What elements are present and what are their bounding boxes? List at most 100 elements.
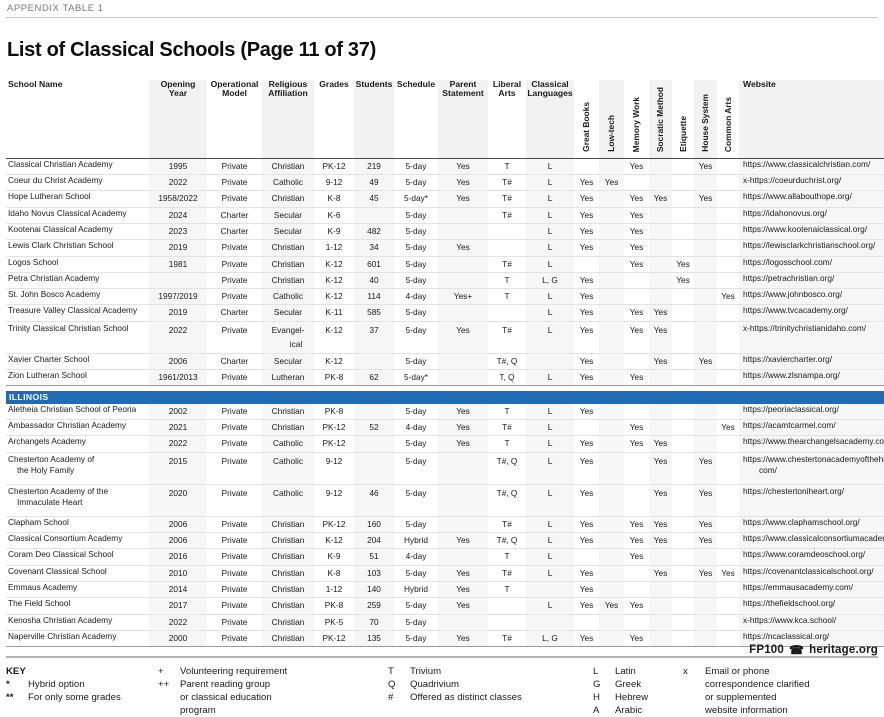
cell-opening-year: 2002 (149, 403, 207, 421)
cell-website[interactable]: https://chestertoniheart.org/ (739, 484, 884, 517)
cell-classical-languages: L (526, 452, 574, 485)
cell-students: 52 (354, 419, 394, 437)
cell-students: 135 (354, 630, 394, 648)
key-symbol: + (158, 665, 164, 677)
cell-website[interactable]: https://www.zlsnampa.org/ (739, 369, 884, 387)
cell-classical-languages: L (526, 548, 574, 566)
col-header-students: Students (354, 79, 394, 159)
liberal-line1: Liberal (492, 78, 522, 89)
cell-schedule: 4-day (394, 419, 438, 437)
key-text: correspondence clarified (705, 678, 810, 690)
cell-etiquette (672, 452, 694, 485)
table-row: Chesterton Academy of the Holy Family 2015… (6, 452, 884, 485)
cell-line-continuation: ical (289, 338, 303, 349)
cell-religious-affiliation: Christian (262, 581, 314, 599)
cell-parent-statement: Yes (438, 158, 488, 176)
cell-website[interactable]: https://www.johnbosco.org/ (739, 288, 884, 306)
cell-parent-statement: Yes (438, 239, 488, 257)
cell-website[interactable]: https://lewisclarkchristianschool.org/ (739, 239, 884, 257)
cell-grades: K-8 (314, 190, 354, 208)
cell-common-arts: Yes (717, 288, 739, 306)
cell-website[interactable]: https://peoriaclassical.org/ (739, 403, 884, 421)
cell-students (354, 452, 394, 485)
table-row: Xavier Charter School 2006 Charter Secular K… (6, 353, 884, 371)
cell-operational-model: Private (207, 484, 262, 517)
cell-grades: K-12 (314, 353, 354, 371)
cell-website[interactable]: x-https://trinitychristianidaho.com/ (739, 321, 884, 354)
cell-operational-model: Private (207, 369, 262, 387)
cell-low-tech (599, 403, 624, 421)
col-header-operational-model: Operational Model (207, 79, 262, 159)
cell-website[interactable]: https://acamtcarmel.com/ (739, 419, 884, 437)
cell-website[interactable]: https://thefieldschool.org/ (739, 597, 884, 615)
cell-grades: K-9 (314, 548, 354, 566)
key-text: Email or phone (705, 665, 770, 677)
cell-website[interactable]: x-https://www.kca.school/ (739, 614, 884, 631)
cell-low-tech (599, 484, 624, 517)
cell-website[interactable]: https://www.tvcacademy.org/ (739, 304, 884, 322)
key-item: program (158, 704, 388, 717)
cell-religious-affiliation: Christian (262, 597, 314, 615)
cell-website[interactable]: https://xaviercharter.org/ (739, 353, 884, 371)
cell-classical-languages: L (526, 484, 574, 517)
cell-website[interactable]: https://www.allabouthope.org/ (739, 190, 884, 208)
cell-opening-year: 2010 (149, 565, 207, 582)
cell-parent-statement (438, 304, 488, 322)
key-column-website: x Email or phone correspondence clarifie… (683, 665, 810, 717)
cell-liberal-arts: T# (488, 174, 526, 192)
common-arts-label: Common Arts (722, 96, 733, 152)
cell-house-system (694, 223, 717, 241)
cell-religious-affiliation: Christian (262, 419, 314, 437)
cell-school-name: Logos School (6, 256, 149, 273)
cell-etiquette (672, 532, 694, 550)
cell-schedule: 5-day (394, 435, 438, 453)
cell-liberal-arts: T#, Q (488, 484, 526, 517)
cell-memory-work: Yes (624, 158, 649, 176)
cell-school-name: Coeur du Christ Academy (6, 174, 149, 192)
cell-socratic-method: Yes (649, 516, 672, 534)
key-item: H Hebrew (593, 691, 683, 704)
cell-website[interactable]: https://www.thearchangelsacademy.com/ (739, 435, 884, 453)
cell-website[interactable]: https://emmausacademy.com/ (739, 581, 884, 599)
col-header-etiquette: Etiquette (672, 79, 694, 159)
cell-website[interactable]: https://www.classicalconsortiumacademy.o… (739, 532, 884, 550)
cell-low-tech (599, 614, 624, 631)
cell-parent-statement: Yes (438, 174, 488, 192)
key-text: For only some grades (28, 691, 121, 703)
table-row: Kootenai Classical Academy 2023 Charter Sec… (6, 223, 884, 241)
cell-liberal-arts: T# (488, 516, 526, 534)
cell-website[interactable]: https://www.coramdeoschool.org/ (739, 548, 884, 566)
cell-website[interactable]: https://covenantclassicalschool.org/ (739, 565, 884, 582)
cell-classical-languages: L (526, 597, 574, 615)
cell-socratic-method (649, 548, 672, 566)
cell-operational-model: Private (207, 452, 262, 485)
cell-classical-languages: L (526, 256, 574, 273)
cell-low-tech (599, 321, 624, 354)
cell-website[interactable]: https://idahonovus.org/ (739, 207, 884, 224)
cell-socratic-method: Yes (649, 190, 672, 208)
cell-website[interactable]: x-https://coeurduchrist.org/ (739, 174, 884, 192)
cell-website[interactable]: https://www.kootenaiclassical.org/ (739, 223, 884, 241)
cell-website[interactable]: https://www.classicalchristian.com/ (739, 158, 884, 176)
cell-website[interactable]: https://www.claphamschool.org/ (739, 516, 884, 534)
cell-parent-statement: Yes (438, 321, 488, 354)
table-row: Petra Christian Academy Private Christian K… (6, 272, 884, 290)
cell-low-tech (599, 288, 624, 306)
cell-website[interactable]: https://www.chestertonacademyoftheholyfa… (739, 452, 884, 485)
table-row: Logos School 1981 Private Christian K-12 601 5… (6, 256, 884, 273)
cell-liberal-arts: T# (488, 190, 526, 208)
cell-operational-model: Charter (207, 353, 262, 371)
cell-operational-model: Charter (207, 304, 262, 322)
footer-site[interactable]: heritage.org (809, 644, 878, 656)
cell-memory-work (624, 174, 649, 192)
table-row: The Field School 2017 Private Christian PK-8… (6, 597, 884, 615)
cell-website[interactable]: https://petrachristian.org/ (739, 272, 884, 290)
state-section-header: ILLINOIS (6, 391, 884, 404)
cell-great-books: Yes (574, 369, 599, 387)
cell-memory-work (624, 452, 649, 485)
cell-parent-statement (438, 207, 488, 224)
cell-house-system (694, 419, 717, 437)
cell-house-system (694, 321, 717, 354)
cell-parent-statement: Yes (438, 403, 488, 421)
cell-website[interactable]: https://logosschool.com/ (739, 256, 884, 273)
